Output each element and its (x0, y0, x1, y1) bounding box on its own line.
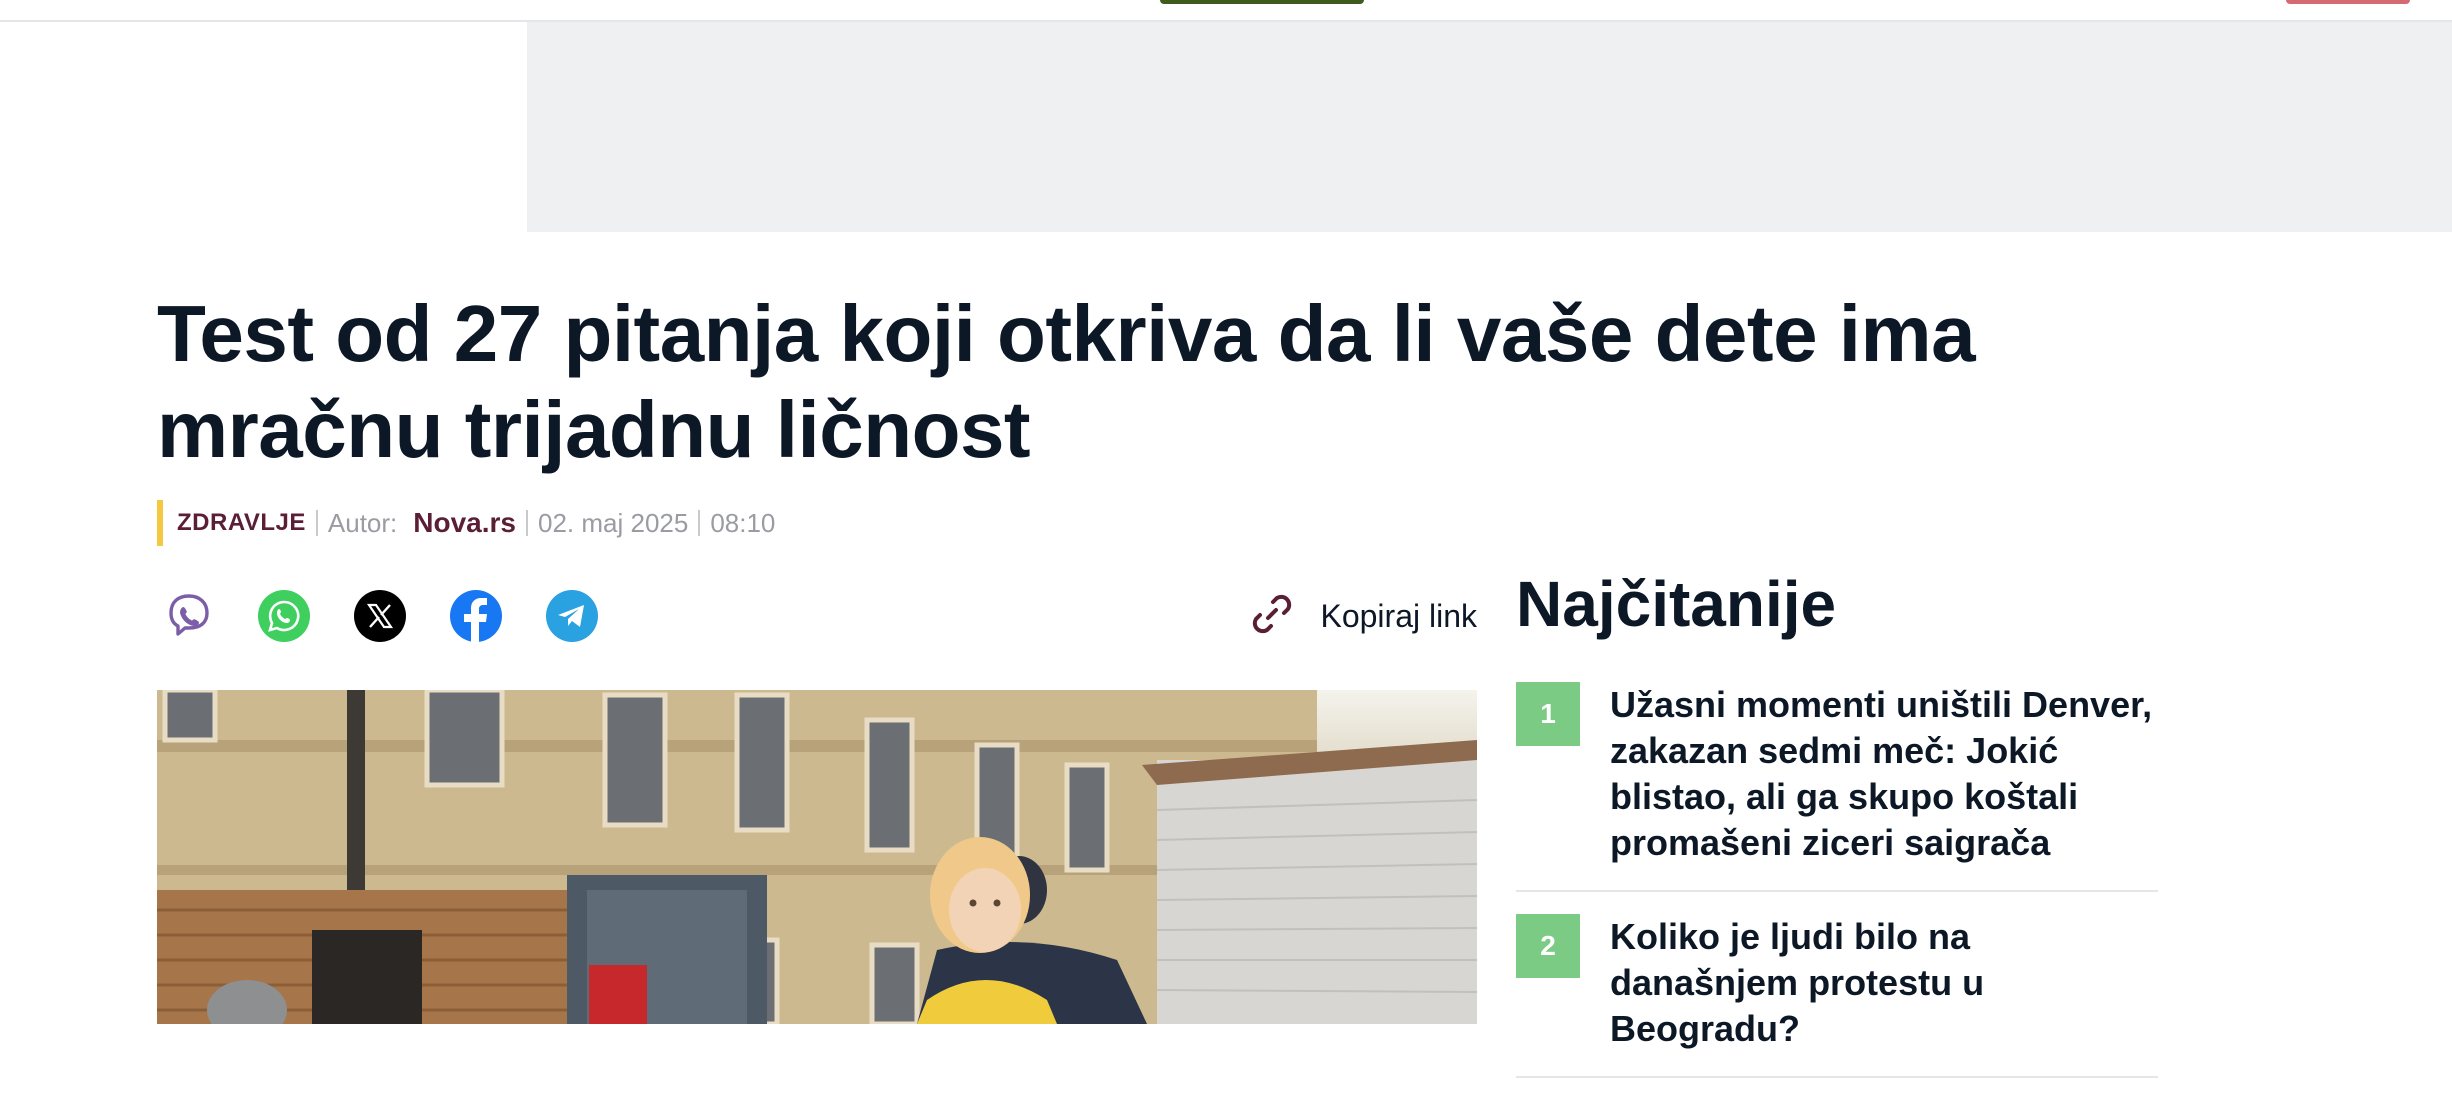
article-meta: ZDRAVLJE Autor: Nova.rs 02. maj 2025 08:… (157, 500, 775, 546)
most-read-item-title[interactable]: Koliko je ljudi bilo na današnjem protes… (1610, 914, 2158, 1052)
article-author[interactable]: Nova.rs (413, 507, 516, 539)
meta-divider (526, 510, 528, 536)
rank-badge: 2 (1516, 914, 1580, 978)
most-read-item[interactable]: 2 Koliko je ljudi bilo na današnjem prot… (1516, 914, 2158, 1078)
article-image (157, 690, 1477, 1024)
author-label: Autor: (327, 507, 398, 538)
article-headline: Test od 27 pitanja koji otkriva da li va… (157, 289, 1976, 474)
article-category[interactable]: ZDRAVLJE (177, 509, 306, 537)
link-icon (1246, 588, 1298, 645)
share-bar: Kopiraj link (157, 588, 1477, 644)
rank-badge: 1 (1516, 682, 1580, 746)
x-icon[interactable] (354, 590, 406, 642)
meta-divider (315, 510, 318, 536)
viber-icon[interactable] (163, 590, 215, 642)
most-read-item[interactable]: 1 Užasni momenti uništili Denver, zakaza… (1516, 682, 2158, 892)
most-read-list: 1 Užasni momenti uništili Denver, zakaza… (1516, 682, 2158, 1100)
facebook-icon[interactable] (450, 590, 502, 642)
whatsapp-icon[interactable] (258, 590, 310, 642)
top-navigation-bar (0, 0, 2452, 22)
copy-link-label: Kopiraj link (1320, 597, 1477, 634)
article-time: 08:10 (710, 507, 776, 538)
nav-red-button[interactable] (2286, 0, 2410, 4)
category-accent-bar (157, 500, 163, 546)
nav-green-button[interactable] (1160, 0, 1364, 4)
ad-banner[interactable] (527, 22, 2452, 232)
meta-divider (698, 510, 701, 536)
telegram-icon[interactable] (546, 590, 598, 642)
most-read-item-title[interactable]: Užasni momenti uništili Denver, zakazan … (1610, 682, 2158, 866)
most-read-title: Najčitanije (1516, 568, 1837, 640)
copy-link-button[interactable]: Kopiraj link (1246, 588, 1477, 644)
article-date: 02. maj 2025 (538, 507, 689, 538)
